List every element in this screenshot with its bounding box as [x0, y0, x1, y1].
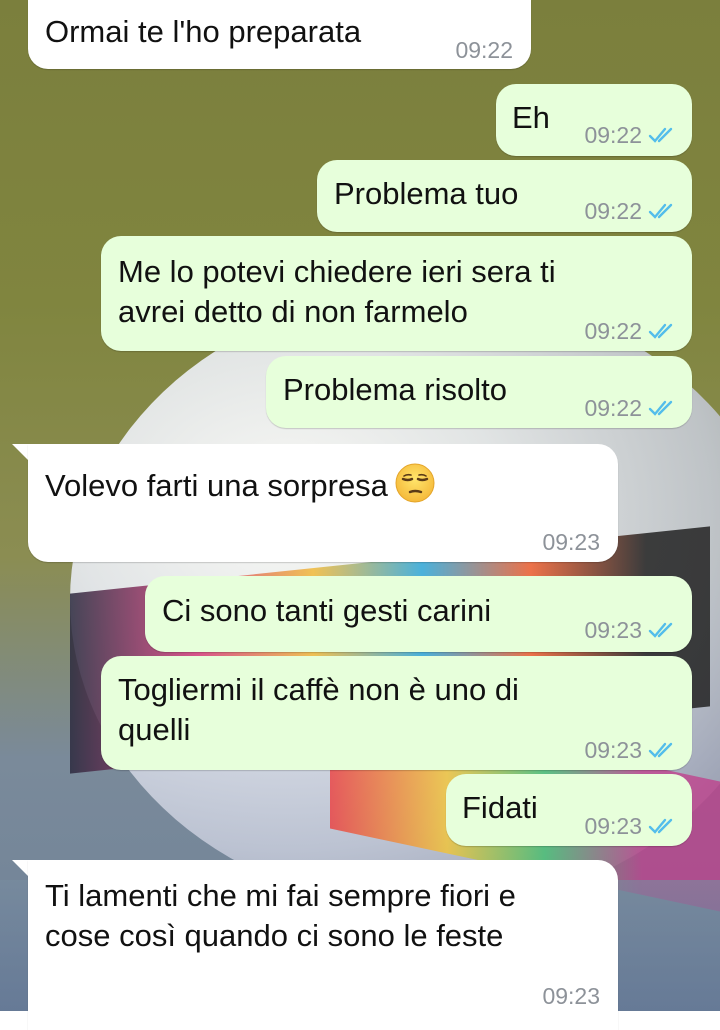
message-meta: 09:23 [542, 976, 600, 1016]
message-text: Problema tuo [334, 176, 519, 211]
double-check-read-icon [648, 127, 673, 143]
outgoing-message[interactable]: Fidati 09:23 [446, 774, 692, 846]
double-check-read-icon [648, 203, 673, 219]
double-check-read-icon [648, 742, 673, 758]
message-meta: 09:22 [584, 115, 678, 155]
message-meta: 09:23 [542, 522, 600, 562]
message-text: Ormai te l'ho preparata [45, 14, 362, 49]
message-time: 09:23 [542, 529, 600, 555]
message-time: 09:22 [584, 395, 642, 421]
message-text: Volevo farti una sorpresa [45, 462, 436, 506]
unamused-face-icon [395, 463, 435, 503]
message-time: 09:22 [455, 37, 513, 63]
message-meta: 09:23 [584, 730, 678, 770]
message-text: Ci sono tanti gesti carini [162, 593, 492, 628]
double-check-read-icon [648, 323, 673, 339]
message-text: Me lo potevi chiedere ieri sera ti avrei… [118, 254, 556, 329]
message-time: 09:23 [584, 617, 642, 643]
incoming-message[interactable]: Volevo farti una sorpresa 09:23 [28, 444, 618, 562]
double-check-read-icon [648, 400, 673, 416]
message-list[interactable]: Ormai te l'ho preparata 09:22 Eh 09:22 P… [0, 0, 720, 1030]
message-meta: 09:23 [584, 806, 678, 846]
outgoing-message[interactable]: Eh 09:22 [496, 84, 692, 156]
message-time: 09:22 [584, 198, 642, 224]
double-check-read-icon [648, 818, 673, 834]
incoming-message[interactable]: Ormai te l'ho preparata 09:22 [28, 0, 531, 69]
outgoing-message[interactable]: Problema risolto 09:22 [266, 356, 692, 428]
message-time: 09:22 [584, 122, 642, 148]
message-text: Ti lamenti che mi fai sempre fiori e cos… [45, 878, 516, 953]
message-meta: 09:23 [584, 610, 678, 650]
message-time: 09:23 [584, 737, 642, 763]
message-time: 09:23 [542, 983, 600, 1009]
outgoing-message[interactable]: Togliermi il caffè non è uno di quelli 0… [101, 656, 692, 770]
message-text: Fidati [462, 790, 538, 825]
message-text: Eh [512, 100, 550, 135]
message-meta: 09:22 [584, 311, 678, 351]
message-time: 09:22 [584, 318, 642, 344]
message-meta: 09:22 [455, 30, 513, 70]
message-meta: 09:22 [584, 191, 678, 231]
message-meta: 09:22 [584, 388, 678, 428]
outgoing-message[interactable]: Ci sono tanti gesti carini 09:23 [145, 576, 692, 652]
message-time: 09:23 [584, 813, 642, 839]
message-text: Problema risolto [283, 372, 507, 407]
message-text-content: Volevo farti una sorpresa [45, 468, 388, 503]
message-text: Togliermi il caffè non è uno di quelli [118, 672, 519, 747]
double-check-read-icon [648, 622, 673, 638]
incoming-message[interactable]: Ti lamenti che mi fai sempre fiori e cos… [28, 860, 618, 1030]
outgoing-message[interactable]: Problema tuo 09:22 [317, 160, 692, 232]
outgoing-message[interactable]: Me lo potevi chiedere ieri sera ti avrei… [101, 236, 692, 351]
